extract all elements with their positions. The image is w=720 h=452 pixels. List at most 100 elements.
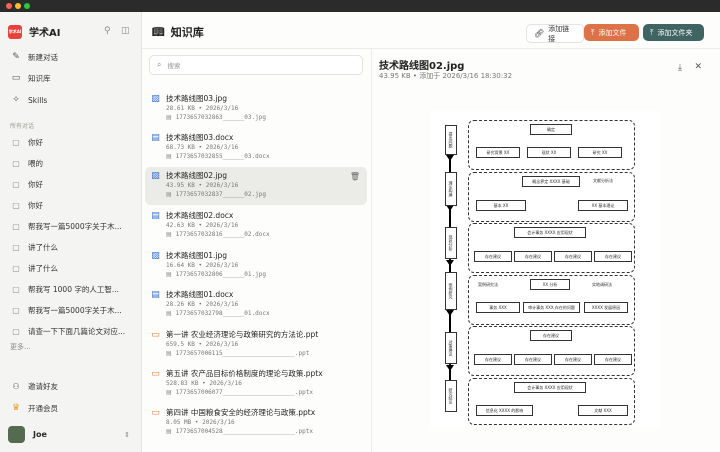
file-path: 1773657032798______01.docx [175,310,270,317]
close-window-button[interactable] [6,3,12,9]
member-label: 开通会员 [28,403,58,413]
chat-icon: ▢ [12,242,20,252]
file-path-row: ▤ 1773657032837______02.jpg [166,191,266,198]
file-item[interactable]: ▭ 第四讲 中国粮食安全的经济理论与政策.pptx 8.05 MB • 2026… [145,404,367,442]
sidebar-toggle-icon[interactable]: ◫ [121,26,130,36]
diagram-stage: 现状分析 [445,227,457,259]
conversation-item[interactable]: ▢ 你好 [6,175,135,193]
file-item[interactable]: ▭ 第五讲 农产品目标价格制度的理论与政策.pptx 528.83 KB • 2… [145,365,367,403]
add-file-button[interactable]: ⤒ 添加文件 [584,24,639,41]
diagram-box: 概念界定 XXXX 基础 [522,176,580,187]
pin-icon[interactable]: ⚲ [104,26,111,36]
file-name: 技术路线图03.docx [166,133,234,142]
file-meta: 42.63 KB • 2026/3/16 [166,222,239,229]
sidebar: 学术AI 学术AI ⚲ ◫ ✎ 新建对话 ▭ 知识库 ✧ Skills 所有对话… [0,12,142,452]
add-file-label: 添加文件 [598,28,627,37]
main-panel: 📖︎ 知识库 🔗︎ 添加链接 ⤒ 添加文件 ⤒ 添加文件夹 ⌕ 搜索 ▨ 技术路… [142,12,720,452]
image-file-icon: ▨ [151,171,160,181]
conversation-item[interactable]: ▢ 帮我写一篇5000字关于木... [6,301,135,319]
chat-icon: ▢ [12,305,20,315]
file-path-icon: ▤ [166,153,172,160]
nav-label: Skills [28,95,48,105]
file-name: 第一讲 农业经济理论与政策研究的方法论.ppt [166,330,319,339]
file-item[interactable]: ▤ 技术路线图02.docx 42.63 KB • 2026/3/16 ▤ 177… [145,207,367,245]
file-name: 技术路线图02.docx [166,211,234,220]
preview-title: 技术路线图02.jpg [379,61,465,72]
file-item[interactable]: ▭ 第一讲 农业经济理论与政策研究的方法论.ppt 659.5 KB • 202… [145,326,367,364]
download-icon[interactable]: ⤓ [678,63,682,73]
file-path: 1773657032806______01.jpg [175,271,266,278]
add-folder-button[interactable]: ⤒ 添加文件夹 [643,24,704,41]
conversations-section-label: 所有对话 [10,123,35,130]
image-file-icon: ▨ [151,94,160,104]
nav-knowledge-base[interactable]: ▭ 知识库 [6,69,135,87]
conversation-title: 讲了什么 [28,242,58,252]
file-path-row: ▤ 1773657032863______03.jpg [166,114,266,121]
trash-icon[interactable]: 🗑︎ [350,172,360,181]
conversation-item[interactable]: ▢ 帮我写 1000 字的人工智... [6,280,135,298]
diagram-box: 确定 [530,124,572,135]
search-icon: ⌕ [157,60,162,69]
file-name: 第四讲 中国粮食安全的经济理论与政策.pptx [166,408,316,417]
nav-new-chat[interactable]: ✎ 新建对话 [6,48,135,66]
conversation-item[interactable]: ▢ 喂的 [6,154,135,172]
chat-icon: ▢ [12,326,20,336]
more-conversations-link[interactable]: 更多... [10,342,31,352]
file-path: 1773657006077____________________.pptx [175,389,313,396]
file-meta: 659.5 KB • 2026/3/16 [166,341,239,348]
file-item[interactable]: ▨ 技术路线图01.jpg 16.64 KB • 2026/3/16 ▤ 1773… [145,247,367,285]
conversation-item[interactable]: ▢ 讲了什么 [6,259,135,277]
file-meta: 28.61 KB • 2026/3/16 [166,105,239,112]
diagram-box: 存在建议 [474,251,512,262]
file-name: 技术路线图02.jpg [166,171,228,180]
document-file-icon: ▤ [151,133,160,143]
diagram-box: 基本 XX [476,200,526,211]
diagram-text: 实地调研法 [592,282,612,287]
document-file-icon: ▤ [151,211,160,221]
wand-icon: ✧ [12,95,20,105]
upload-icon: ⤒ [591,27,595,37]
conversation-item[interactable]: ▢ 请查一下下面几篇论文对应... [6,322,135,340]
membership-button[interactable]: ♛ 开通会员 [6,399,135,417]
diagram-box: 存在建议 [594,251,632,262]
file-path-icon: ▤ [166,271,172,278]
minimize-window-button[interactable] [15,3,21,9]
diagram-box: 审计事务 XXX 存在的问题 [523,302,580,313]
add-link-button[interactable]: 🔗︎ 添加链接 [526,24,584,43]
upload-icon: ⤒ [650,27,654,37]
diagram-box: XX 基本理论 [578,200,628,211]
file-item[interactable]: ▤ 技术路线图01.docx 28.26 KB • 2026/3/16 ▤ 177… [145,286,367,324]
conversation-title: 请查一下下面几篇论文对应... [28,326,126,336]
conversation-item[interactable]: ▢ 你好 [6,133,135,151]
file-meta: 68.73 KB • 2026/3/16 [166,144,239,151]
file-path-row: ▤ 1773657006115____________________.ppt [166,350,309,357]
chat-icon: ▢ [12,137,20,147]
presentation-file-icon: ▭ [151,369,160,379]
conversation-item[interactable]: ▢ 讲了什么 [6,238,135,256]
page-title: 📖︎ 知识库 [152,24,204,40]
conversation-item[interactable]: ▢ 你好 [6,196,135,214]
invite-friends-button[interactable]: ⚇ 邀请好友 [6,377,135,395]
diagram-box: 存在建议 [474,354,512,365]
window-titlebar [0,0,720,12]
zoom-window-button[interactable] [24,3,30,9]
user-profile[interactable]: Joe ⇕ [8,426,134,443]
file-item[interactable]: ▨ 技术路线图03.jpg 28.61 KB • 2026/3/16 ▤ 1773… [145,90,367,128]
conversation-item[interactable]: ▢ 帮我写一篇5000字关于木... [6,217,135,235]
file-path-icon: ▤ [166,310,172,317]
chevron-updown-icon: ⇕ [124,430,130,439]
file-path-row: ▤ 1773657006077____________________.pptx [166,389,313,396]
diagram-box: 现状 XX [527,147,571,158]
page-header: 📖︎ 知识库 🔗︎ 添加链接 ⤒ 添加文件 ⤒ 添加文件夹 [142,12,720,49]
file-item-selected[interactable]: ▨ 技术路线图02.jpg 43.95 KB • 2026/3/16 ▤ 1773… [145,167,367,205]
file-path: 1773657004528____________________.pptx [175,428,313,435]
close-icon[interactable]: ✕ [694,62,702,72]
conversation-title: 喂的 [28,158,43,168]
file-item[interactable]: ▤ 技术路线图03.docx 68.73 KB • 2026/3/16 ▤ 177… [145,129,367,167]
chat-icon: ▢ [12,284,20,294]
chat-icon: ▢ [12,263,20,273]
file-name: 技术路线图01.jpg [166,251,228,260]
nav-skills[interactable]: ✧ Skills [6,91,135,109]
file-name: 第五讲 农产品目标价格制度的理论与政策.pptx [166,369,323,378]
search-input[interactable]: ⌕ 搜索 [149,55,363,75]
